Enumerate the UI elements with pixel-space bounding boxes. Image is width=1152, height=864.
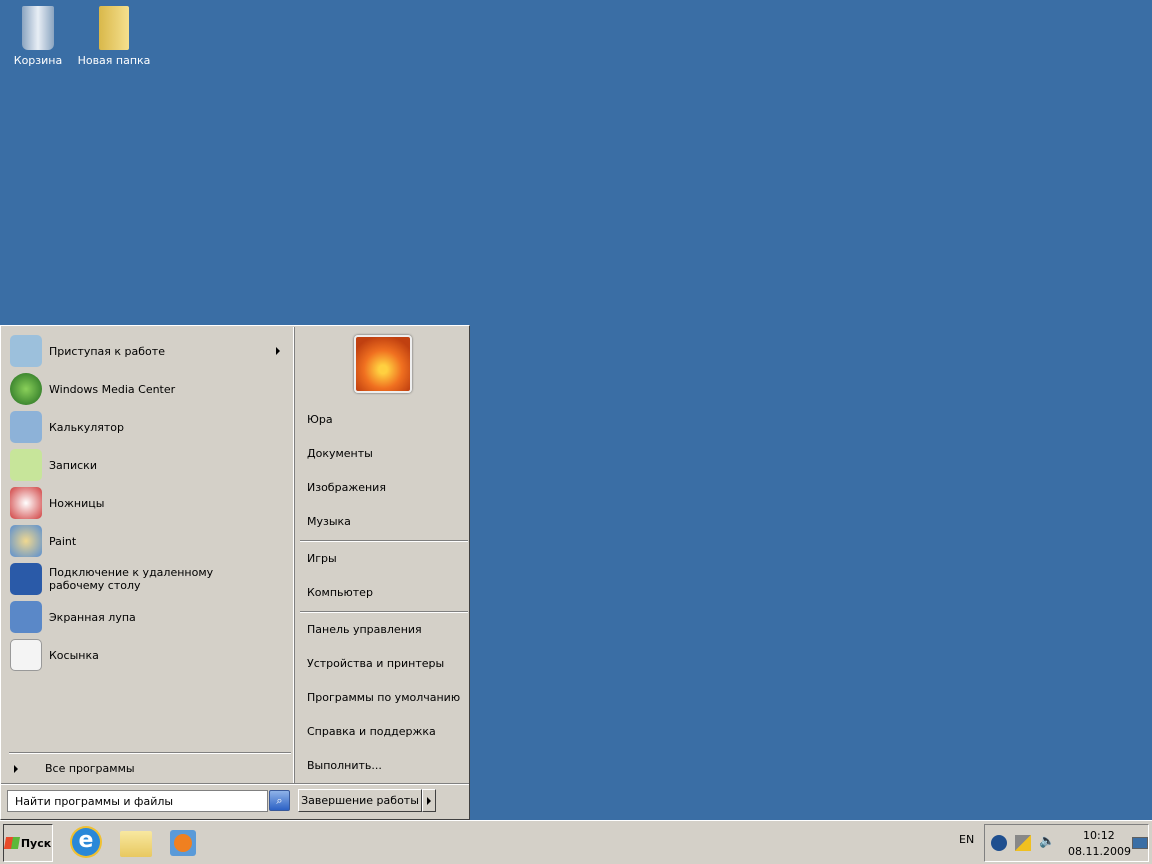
arrow-icon (427, 797, 431, 805)
submenu-arrow-icon (276, 347, 280, 355)
programs-pane: Приступая к работе Windows Media Center … (2, 327, 294, 783)
shutdown-options-button[interactable] (422, 789, 436, 812)
place-user[interactable]: Юра (307, 410, 333, 430)
sticky-notes-icon (10, 449, 42, 481)
desktop-icon-recycle-bin[interactable]: Корзина (0, 6, 76, 67)
program-media-center[interactable]: Windows Media Center (10, 371, 290, 407)
search-button[interactable]: ⌕ (269, 790, 290, 811)
place-games[interactable]: Игры (307, 549, 337, 569)
program-label: Калькулятор (49, 420, 124, 434)
desktop-icon-label: Новая папка (77, 54, 151, 67)
place-run[interactable]: Выполнить... (307, 756, 382, 776)
program-label: Paint (49, 534, 77, 548)
internet-explorer-icon: e (72, 828, 100, 856)
program-calculator[interactable]: Калькулятор (10, 409, 290, 445)
program-label: Экранная лупа (49, 610, 136, 624)
place-documents[interactable]: Документы (307, 444, 373, 464)
language-indicator[interactable]: EN (959, 833, 974, 846)
start-menu: Приступая к работе Windows Media Center … (0, 325, 470, 820)
user-picture[interactable] (354, 335, 412, 393)
place-music[interactable]: Музыка (307, 512, 351, 532)
place-control-panel[interactable]: Панель управления (307, 620, 422, 640)
volume-icon[interactable]: 🔈 (1039, 834, 1055, 849)
paint-icon (10, 525, 42, 557)
recycle-bin-icon (22, 6, 54, 50)
network-warning-icon[interactable] (1015, 835, 1031, 851)
program-solitaire[interactable]: Косынка (10, 637, 290, 673)
place-help[interactable]: Справка и поддержка (307, 722, 436, 742)
show-desktop-icon[interactable] (1132, 837, 1148, 849)
shutdown-button[interactable]: Завершение работы (298, 789, 422, 812)
notification-area: 🔈 10:12 08.11.2009 (984, 824, 1149, 862)
arrow-icon (14, 765, 18, 773)
place-computer[interactable]: Компьютер (307, 583, 373, 603)
all-programs-label: Все программы (45, 762, 135, 775)
start-button[interactable]: Пуск (3, 824, 53, 862)
program-remote-desktop[interactable]: Подключение к удаленному рабочему столу (10, 561, 290, 597)
place-default-programs[interactable]: Программы по умолчанию (307, 688, 460, 708)
calculator-icon (10, 411, 42, 443)
taskbar: Пуск e EN 🔈 10:12 08.11.2009 (0, 820, 1152, 864)
program-sticky-notes[interactable]: Записки (10, 447, 290, 483)
divider (300, 611, 468, 613)
program-getting-started[interactable]: Приступая к работе (10, 333, 290, 369)
program-label: Приступая к работе (49, 344, 165, 358)
places-pane: Юра Документы Изображения Музыка Игры Ко… (297, 327, 469, 783)
clock-time[interactable]: 10:12 (1083, 829, 1115, 842)
explorer-button[interactable] (120, 828, 152, 858)
folder-icon (120, 831, 152, 857)
remote-desktop-icon (10, 563, 42, 595)
search-icon: ⌕ (276, 794, 283, 807)
place-pictures[interactable]: Изображения (307, 478, 386, 498)
program-label: Ножницы (49, 496, 105, 510)
folder-icon (99, 6, 129, 50)
desktop-icon-new-folder[interactable]: Новая папка (76, 6, 152, 67)
getting-started-icon (10, 335, 42, 367)
windows-logo-icon (3, 837, 20, 849)
all-programs-button[interactable]: Все программы (10, 759, 290, 779)
solitaire-icon (10, 639, 42, 671)
place-devices-printers[interactable]: Устройства и принтеры (307, 654, 444, 674)
divider (9, 752, 291, 754)
media-player-icon (170, 830, 196, 856)
program-label: Windows Media Center (49, 382, 176, 396)
start-label: Пуск (20, 836, 52, 850)
magnifier-icon (10, 601, 42, 633)
program-label: Подключение к удаленному рабочему столу (49, 566, 214, 592)
media-center-icon (10, 373, 42, 405)
program-label: Косынка (49, 648, 99, 662)
snipping-tool-icon (10, 487, 42, 519)
clock-date[interactable]: 08.11.2009 (1068, 845, 1131, 858)
program-paint[interactable]: Paint (10, 523, 290, 559)
agent-icon[interactable] (991, 835, 1007, 851)
media-player-button[interactable] (170, 828, 202, 858)
program-magnifier[interactable]: Экранная лупа (10, 599, 290, 635)
program-snipping-tool[interactable]: Ножницы (10, 485, 290, 521)
program-label: Записки (49, 458, 97, 472)
desktop-icon-label: Корзина (13, 54, 63, 67)
internet-explorer-button[interactable]: e (72, 828, 104, 858)
divider (300, 540, 468, 542)
start-menu-bottom: Найти программы и файлы ⌕ Завершение раб… (1, 783, 469, 819)
search-input[interactable]: Найти программы и файлы (7, 790, 268, 812)
